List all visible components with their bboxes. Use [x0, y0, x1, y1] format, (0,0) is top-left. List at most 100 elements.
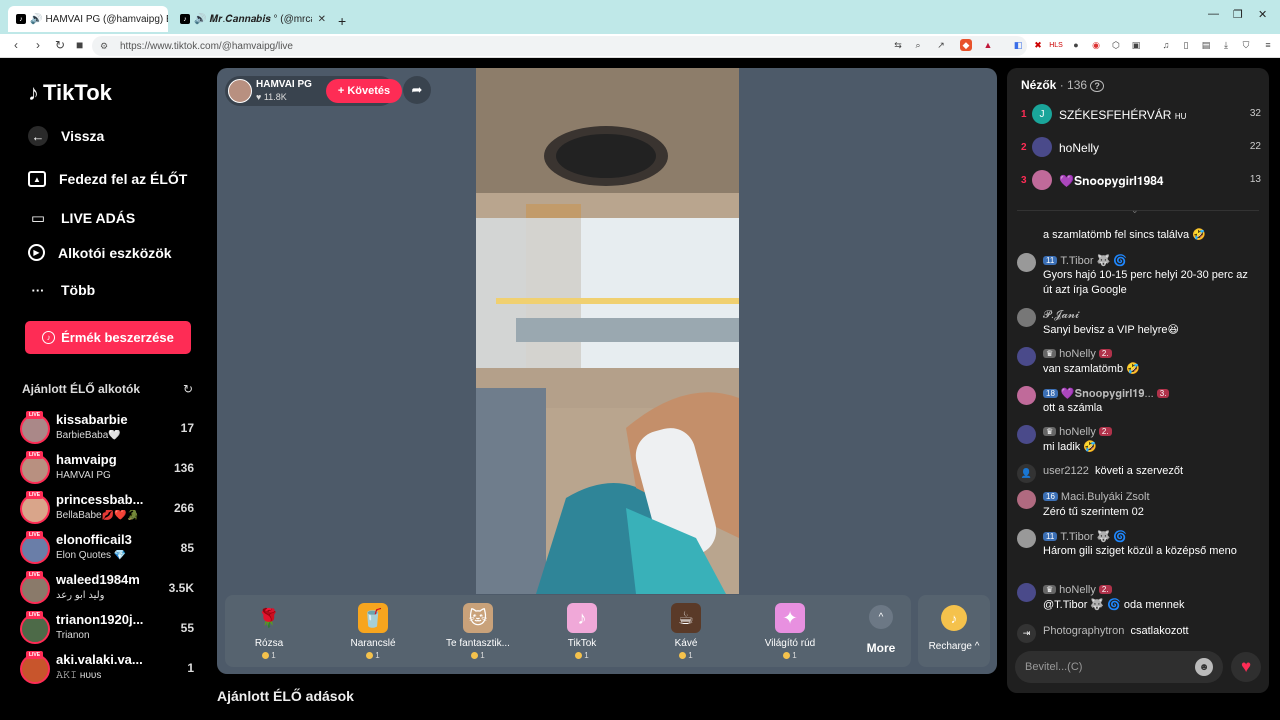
extension-icon[interactable]: ⬡ [1110, 39, 1122, 51]
extension-icon[interactable]: ▣ [1130, 39, 1142, 51]
extension-icon[interactable]: HLS [1049, 39, 1063, 51]
gift-item[interactable]: 🐱 Te fantasztik... 1 [428, 603, 528, 660]
recharge-button[interactable]: ♪ Recharge ^ [918, 595, 990, 667]
gift-price: 1 [740, 651, 840, 660]
download-icon[interactable]: ⤓ [1220, 39, 1232, 51]
username[interactable]: ♛ hoNelly 2. [1043, 348, 1115, 360]
back-label: Vissza [61, 128, 105, 144]
avatar[interactable] [1017, 253, 1036, 272]
avatar[interactable] [1017, 490, 1036, 509]
viewers-header[interactable]: Nézők · 136 ? [1021, 78, 1104, 92]
username[interactable]: ♛ hoNelly 2. [1043, 584, 1115, 596]
zoom-icon[interactable]: ⌕ [912, 39, 924, 51]
chevron-down-icon[interactable]: ⌄ [1131, 205, 1139, 216]
username[interactable]: 16 Maci.Bulyáki Zsolt [1043, 491, 1150, 503]
user-icon: 👤 [1017, 464, 1036, 483]
brave-shield-icon[interactable]: ◆ [960, 39, 972, 51]
host-info[interactable]: HAMVAI PG ♥ 11.8K + Követés [225, 76, 402, 106]
username[interactable]: 11 T.Tibor 🐺 🌀 [1043, 530, 1127, 543]
top-viewer[interactable]: 3 💜𝐒𝐧𝐨𝐨𝐩𝐲𝐠𝐢𝐫𝐥𝟏𝟗𝟖𝟒 13 [1021, 170, 1261, 194]
creator-item[interactable]: LIVE waleed1984m وليد ابو رعد 3.5K [20, 571, 200, 606]
follow-button[interactable]: + Követés [326, 79, 402, 103]
back-link[interactable]: ← Vissza [28, 126, 104, 146]
calendar-live-icon: ▲ [28, 171, 46, 187]
play-circle-icon: ▶ [28, 244, 45, 261]
close-window-icon[interactable]: ✕ [1258, 8, 1267, 21]
creator-item[interactable]: LIVE princessbab... BellaBabe💋❤️🐊 266 [20, 491, 200, 526]
extension-icon[interactable]: ✖ [1032, 39, 1044, 51]
creator-item[interactable]: LIVE kissabarbie BarbieBaba🤍 17 [20, 411, 200, 446]
wallet-icon[interactable]: ▤ [1200, 39, 1212, 51]
share-icon[interactable]: ➦ [403, 76, 431, 104]
reload-icon[interactable]: ↻ [55, 38, 65, 52]
top-viewer[interactable]: 1 J SZÉKESFEHÉRVÁR HU 32 [1021, 104, 1261, 128]
like-heart-button[interactable]: ♥ [1231, 652, 1261, 682]
creator-item[interactable]: LIVE elonofficail3 Elon Quotes 💎 85 [20, 531, 200, 566]
creator-item[interactable]: LIVE aki.valaki.va... 𝙰𝙺𝙸 ʜᴜᴜs 1 [20, 651, 200, 686]
extension-icon[interactable]: ● [1070, 39, 1082, 51]
username-text: hoNelly [1059, 584, 1096, 596]
new-tab-button[interactable]: + [338, 8, 358, 34]
creator-item[interactable]: LIVE trianon1920j... Trianon 55 [20, 611, 200, 646]
vpn-icon[interactable]: ⛉ [1240, 39, 1252, 51]
gift-item[interactable]: ☕ Kávé 1 [636, 603, 736, 660]
creator-name: waleed1984m [56, 572, 140, 587]
gift-price: 1 [532, 651, 632, 660]
extension-icon[interactable]: ◉ [1090, 39, 1102, 51]
nav-creator-tools[interactable]: ▶ Alkotói eszközök [28, 244, 172, 261]
host-avatar [228, 79, 252, 103]
gift-item[interactable]: ♪ TikTok 1 [532, 603, 632, 660]
arrow-left-icon: ← [28, 126, 48, 146]
site-settings-icon[interactable]: ⚙ [100, 41, 108, 52]
minimize-icon[interactable]: — [1208, 8, 1219, 20]
gift-item[interactable]: 🌹 Rózsa 1 [219, 603, 319, 661]
rewards-icon[interactable]: ▲ [982, 39, 994, 51]
nav-explore-live[interactable]: ▲ Fedezd fel az ÉLŐT [28, 171, 187, 187]
top-viewer[interactable]: 2 hoNelly 22 [1021, 137, 1261, 161]
bookmark-icon[interactable]: ■ [76, 38, 83, 52]
url-field[interactable]: ⚙ https://www.tiktok.com/@hamvaipg/live [92, 36, 1027, 56]
browser-tab[interactable]: ♪ 🔊 𝑴𝒓.𝑪𝒂𝒏𝒏𝒂𝒃𝒊𝒔 ° (@mrcannab ✕ [172, 6, 334, 32]
avatar[interactable] [1017, 425, 1036, 444]
tiktok-logo[interactable]: ♪ TikTok [28, 80, 112, 106]
close-tab-icon[interactable]: ✕ [312, 14, 326, 25]
back-icon[interactable]: ‹ [14, 38, 18, 52]
username[interactable]: 11 T.Tibor 🐺 🌀 [1043, 254, 1127, 267]
nav-label: LIVE ADÁS [61, 210, 136, 226]
fan-badge: ♛ [1043, 585, 1057, 594]
username[interactable]: 18 💜𝐒𝐧𝐨𝐨𝐩𝐲𝐠𝐢𝐫𝐥𝟏𝟗... 3. [1043, 387, 1172, 401]
menu-icon[interactable]: ≡ [1262, 39, 1274, 51]
share-icon[interactable]: ↗ [935, 39, 947, 51]
get-coins-button[interactable]: ♪ Érmék beszerzése [25, 321, 191, 354]
restore-icon[interactable]: ❐ [1233, 8, 1243, 21]
help-icon[interactable]: ? [1090, 80, 1104, 92]
more-dots-icon: ··· [31, 282, 45, 298]
username-text[interactable]: user2122 [1043, 465, 1089, 477]
forward-icon[interactable]: › [36, 38, 40, 52]
live-video[interactable] [476, 68, 739, 594]
chat-input[interactable]: Bevitel...(C) ☻ [1015, 651, 1223, 683]
gift-item[interactable]: ✦ Világító rúd 1 [740, 603, 840, 660]
more-gifts-button[interactable]: ^ More [859, 605, 903, 655]
nav-go-live[interactable]: ▭ LIVE ADÁS [28, 208, 135, 228]
extension-icon[interactable]: ◧ [1012, 39, 1024, 51]
refresh-icon[interactable]: ↻ [183, 382, 193, 396]
browser-tab-active[interactable]: ♪ 🔊 HAMVAI PG (@hamvaipg) ÉLŐ ✕ [8, 6, 168, 32]
creator-nickname: Trianon [56, 630, 90, 641]
avatar[interactable] [1017, 583, 1036, 602]
avatar[interactable] [1017, 529, 1036, 548]
avatar[interactable] [1017, 308, 1036, 327]
emoji-icon[interactable]: ☻ [1195, 658, 1213, 676]
avatar[interactable] [1017, 347, 1036, 366]
creator-item[interactable]: LIVE hamvaipg HAMVAI PG 136 [20, 451, 200, 486]
sidebar-icon[interactable]: ▯ [1180, 39, 1192, 51]
username-text[interactable]: Photographytron [1043, 625, 1124, 637]
live-badge: LIVE [26, 491, 43, 499]
gift-item[interactable]: 🥤 Narancslé 1 [323, 603, 423, 660]
avatar[interactable] [1017, 386, 1036, 405]
username[interactable]: ♛ hoNelly 2. [1043, 426, 1115, 438]
nav-more[interactable]: ··· Több [28, 280, 96, 300]
username[interactable]: 𝓟.𝓙𝓪𝓷𝓲 [1043, 309, 1079, 322]
music-icon[interactable]: ♫ [1160, 39, 1172, 51]
translate-icon[interactable]: ⇆ [892, 39, 904, 51]
